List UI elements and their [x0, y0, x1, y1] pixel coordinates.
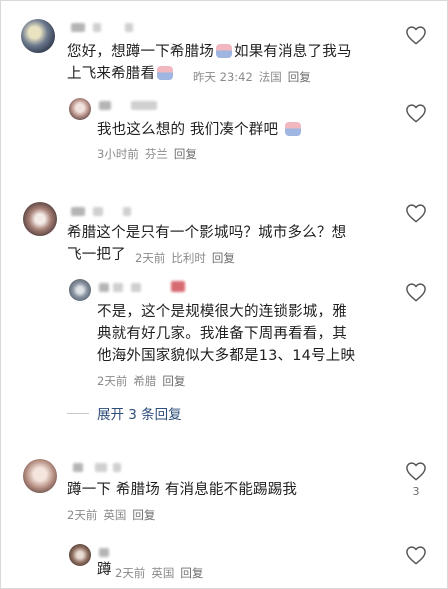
like-button[interactable] — [405, 25, 427, 45]
username-obscured[interactable] — [131, 283, 141, 292]
username-obscured[interactable] — [123, 207, 131, 216]
timestamp: 2天前 — [67, 508, 98, 522]
reply-button[interactable]: 回复 — [288, 70, 311, 84]
username-obscured[interactable] — [71, 23, 85, 32]
reply-button[interactable]: 回复 — [162, 374, 185, 388]
avatar[interactable] — [23, 202, 57, 236]
heart-outline-icon — [406, 104, 426, 123]
reply-button[interactable]: 回复 — [212, 251, 235, 265]
location: 比利时 — [171, 251, 206, 265]
reply-text: 典就有好几家。我准备下周再看看，其 — [97, 326, 347, 342]
timestamp: 昨天 23:42 — [193, 70, 253, 84]
comment-meta: 昨天 23:42 法国 回复 — [193, 69, 317, 85]
expand-replies-button[interactable]: 展开 3 条回复 — [97, 403, 182, 423]
comment-meta: 2天前 英国 回复 — [67, 507, 161, 523]
like-count: 3 — [412, 485, 420, 498]
avatar[interactable] — [69, 279, 91, 301]
like-button[interactable] — [405, 103, 427, 123]
like-button[interactable] — [405, 461, 427, 481]
sticker-emoji-icon — [157, 66, 174, 80]
reply-text: 蹲 — [97, 562, 112, 578]
comment-text: 您好，想蹲一下希腊场 如果有消息了我马 — [67, 44, 352, 60]
heart-outline-icon — [406, 546, 426, 565]
badge-obscured — [171, 281, 185, 292]
heart-outline-icon — [406, 462, 426, 481]
comment-text: 蹲一下 希腊场 有消息能不能踢踢我 — [67, 482, 298, 498]
reply-meta: 2天前 希腊 回复 — [97, 373, 191, 389]
reply-meta: 3小时前 芬兰 回复 — [97, 146, 203, 162]
timestamp: 3小时前 — [97, 147, 139, 161]
timestamp: 2天前 — [115, 566, 146, 580]
heart-outline-icon — [406, 204, 426, 223]
like-button[interactable] — [405, 282, 427, 302]
heart-outline-icon — [406, 283, 426, 302]
location: 英国 — [151, 566, 175, 580]
comment-text: 希腊这个是只有一个影城吗？城市多么？想 — [67, 225, 347, 241]
username-obscured[interactable] — [99, 283, 109, 292]
reply-text: 我也这么想的 我们凑个群吧 — [97, 119, 303, 141]
avatar[interactable] — [21, 19, 55, 53]
username-obscured[interactable] — [131, 101, 157, 110]
timestamp: 2天前 — [135, 251, 166, 265]
reply-button[interactable]: 回复 — [174, 147, 197, 161]
avatar[interactable] — [23, 459, 57, 493]
comment-text: 上飞来希腊看 — [67, 63, 175, 85]
reply-meta: 2天前 英国 回复 — [115, 565, 209, 581]
expand-divider — [67, 413, 89, 414]
username-obscured[interactable] — [95, 463, 107, 472]
location: 希腊 — [133, 374, 157, 388]
username-obscured[interactable] — [73, 463, 83, 472]
like-button[interactable] — [405, 203, 427, 223]
avatar[interactable] — [69, 544, 91, 566]
reply-text: 他海外国家貌似大多都是13、14号上映 — [97, 348, 356, 364]
username-obscured[interactable] — [71, 207, 85, 216]
reply-text: 不是，这个是规模很大的连锁影城，雅 — [97, 304, 347, 320]
username-obscured[interactable] — [99, 548, 109, 557]
sticker-emoji-icon — [216, 44, 232, 58]
username-obscured[interactable] — [93, 23, 101, 32]
reply-button[interactable]: 回复 — [180, 566, 203, 580]
comment-meta: 2天前 比利时 回复 — [135, 250, 241, 266]
username-obscured[interactable] — [125, 23, 133, 32]
like-button[interactable] — [405, 545, 427, 565]
avatar[interactable] — [69, 98, 91, 120]
timestamp: 2天前 — [97, 374, 128, 388]
location: 法国 — [258, 70, 282, 84]
sticker-emoji-icon — [285, 122, 302, 136]
username-obscured[interactable] — [113, 283, 123, 292]
reply-button[interactable]: 回复 — [132, 508, 155, 522]
heart-outline-icon — [406, 26, 426, 45]
username-obscured[interactable] — [93, 207, 103, 216]
username-obscured[interactable] — [113, 463, 121, 472]
location: 芬兰 — [144, 147, 168, 161]
location: 英国 — [103, 508, 127, 522]
username-obscured[interactable] — [99, 101, 111, 110]
comment-text: 飞一把了 — [67, 247, 126, 263]
